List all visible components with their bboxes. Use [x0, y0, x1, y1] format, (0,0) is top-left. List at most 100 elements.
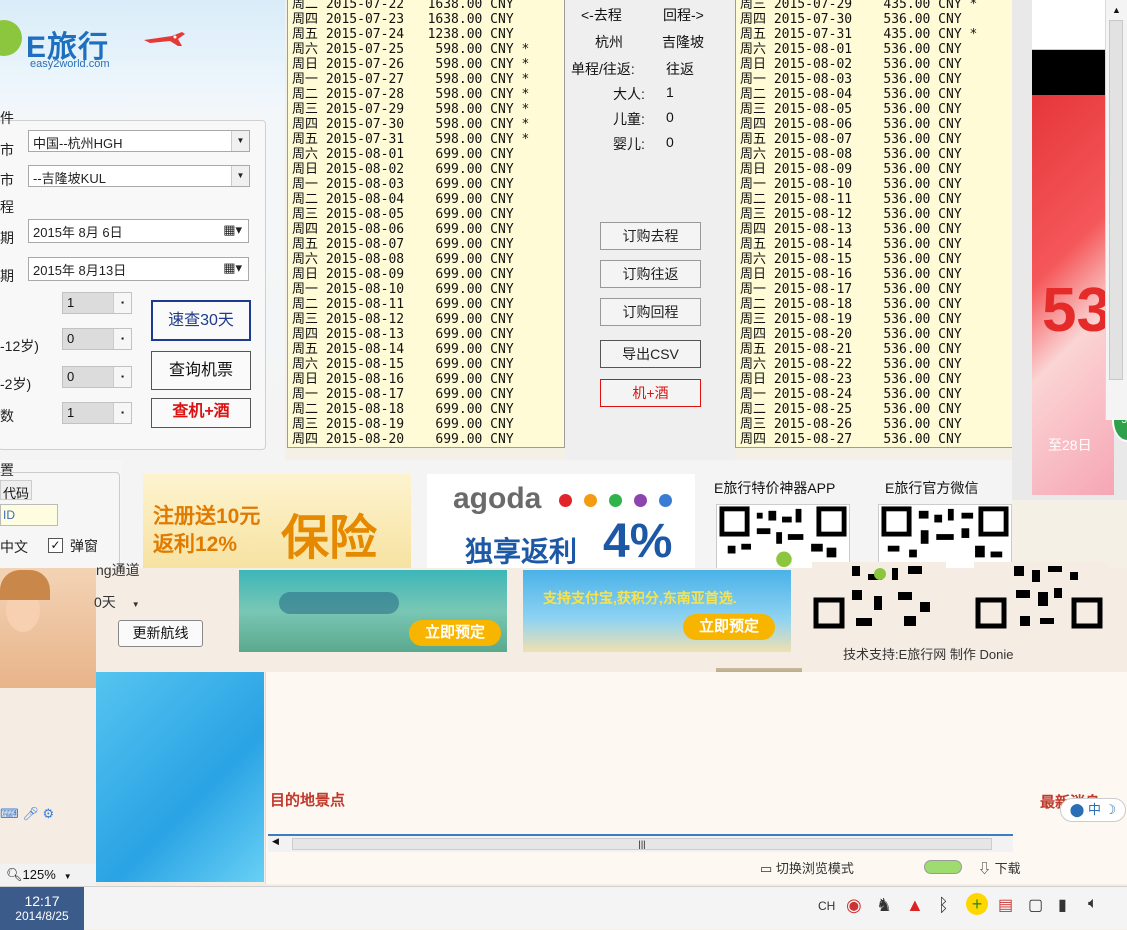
price-row[interactable]: 周五 2015-08-21 536.00 CNY [736, 342, 1012, 357]
child-count-select[interactable]: 0 ▪ [62, 328, 132, 350]
price-row[interactable]: 周六 2015-08-01 699.00 CNY [288, 147, 564, 162]
file-icon[interactable]: ▤ [998, 895, 1013, 915]
price-row[interactable]: 周六 2015-07-25 598.00 CNY * [288, 42, 564, 57]
red-promo-ad[interactable]: 53 至28日 [1032, 95, 1114, 495]
price-row[interactable]: 周一 2015-08-17 536.00 CNY [736, 282, 1012, 297]
popup-checkbox[interactable]: ✓ [48, 538, 63, 553]
price-row[interactable]: 周五 2015-08-14 699.00 CNY [288, 342, 564, 357]
price-row[interactable]: 周三 2015-08-05 536.00 CNY [736, 102, 1012, 117]
price-row[interactable]: 周六 2015-08-15 699.00 CNY [288, 357, 564, 372]
book-flight-hotel-button[interactable]: 机+酒 [600, 379, 701, 407]
keyboard-icon[interactable]: ⌨ [0, 806, 19, 821]
price-row[interactable]: 周五 2015-07-24 1238.00 CNY [288, 27, 564, 42]
zoom-indicator[interactable]: 🔍︎125% ▼ [0, 864, 96, 886]
price-row[interactable]: 周四 2015-08-27 536.00 CNY [736, 432, 1012, 447]
price-row[interactable]: 周二 2015-08-04 536.00 CNY [736, 87, 1012, 102]
price-row[interactable]: 周四 2015-07-23 1638.00 CNY [288, 12, 564, 27]
price-row[interactable]: 周三 2015-08-26 536.00 CNY [736, 417, 1012, 432]
scrollbar-thumb[interactable] [1109, 20, 1123, 380]
snorkel-book-button[interactable]: 立即预定 [409, 620, 501, 646]
price-row[interactable]: 周六 2015-08-22 536.00 CNY [736, 357, 1012, 372]
price-row[interactable]: 周三 2015-08-12 536.00 CNY [736, 207, 1012, 222]
plus-icon[interactable]: + [966, 893, 988, 915]
price-row[interactable]: 周六 2015-08-08 699.00 CNY [288, 252, 564, 267]
price-row[interactable]: 周三 2015-08-12 699.00 CNY [288, 312, 564, 327]
book-departure-button[interactable]: 订购去程 [600, 222, 701, 250]
price-row[interactable]: 周二 2015-08-18 699.00 CNY [288, 402, 564, 417]
update-routes-button[interactable]: 更新航线 [118, 620, 203, 647]
price-row[interactable]: 周二 2015-08-11 536.00 CNY [736, 192, 1012, 207]
price-row[interactable]: 周五 2015-08-07 536.00 CNY [736, 132, 1012, 147]
qq-icon[interactable]: ♞ [876, 895, 892, 916]
vertical-scrollbar[interactable]: ▲ ≡ [1105, 0, 1127, 420]
scroll-up-icon[interactable]: ▲ [1112, 5, 1121, 15]
device-icon[interactable]: ▢ [1028, 895, 1043, 915]
price-row[interactable]: 周四 2015-08-06 699.00 CNY [288, 222, 564, 237]
price-row[interactable]: 周一 2015-08-24 536.00 CNY [736, 387, 1012, 402]
price-row[interactable]: 周二 2015-08-18 536.00 CNY [736, 297, 1012, 312]
flight-hotel-button[interactable]: 查机+酒 [151, 398, 251, 428]
price-row[interactable]: 周四 2015-07-30 598.00 CNY * [288, 117, 564, 132]
price-row[interactable]: 周一 2015-08-03 699.00 CNY [288, 177, 564, 192]
price-row[interactable]: 周日 2015-08-23 536.00 CNY [736, 372, 1012, 387]
price-row[interactable]: 周一 2015-08-03 536.00 CNY [736, 72, 1012, 87]
bluetooth-icon[interactable]: ᛒ [938, 895, 949, 916]
price-row[interactable]: 周日 2015-07-26 598.00 CNY * [288, 57, 564, 72]
price-row[interactable]: 周二 2015-08-25 536.00 CNY [736, 402, 1012, 417]
price-row[interactable]: 周二 2015-08-11 699.00 CNY [288, 297, 564, 312]
agoda-banner[interactable]: agoda 独享返利 4% [427, 474, 695, 570]
price-row[interactable]: 周日 2015-08-02 536.00 CNY [736, 57, 1012, 72]
scroll-left-icon[interactable]: ◀ [272, 836, 279, 847]
price-row[interactable]: 周二 2015-07-28 598.00 CNY * [288, 87, 564, 102]
beach-book-button[interactable]: 立即预定 [683, 614, 775, 640]
price-row[interactable]: 周日 2015-08-16 699.00 CNY [288, 372, 564, 387]
search-30-days-button[interactable]: 速查30天 [151, 300, 251, 341]
price-row[interactable]: 周日 2015-08-09 536.00 CNY [736, 162, 1012, 177]
price-row[interactable]: 周五 2015-08-07 699.00 CNY [288, 237, 564, 252]
price-row[interactable]: 周五 2015-07-31 435.00 CNY * [736, 27, 1012, 42]
price-row[interactable]: 周日 2015-08-09 699.00 CNY [288, 267, 564, 282]
price-row[interactable]: 周一 2015-08-10 536.00 CNY [736, 177, 1012, 192]
input-toolbar[interactable]: ⌨ 🎤︎ ⚙ [0, 806, 96, 828]
volume-icon[interactable]: 🔈︎ [1088, 895, 1098, 913]
horizontal-scrollbar[interactable]: ◀ ||| [268, 834, 1013, 852]
price-row[interactable]: 周四 2015-08-20 536.00 CNY [736, 327, 1012, 342]
switch-mode-link[interactable]: ▭ 切换浏览模式 [760, 858, 854, 877]
arrival-city-select[interactable]: --吉隆坡KUL ▼ [28, 165, 250, 187]
price-row[interactable]: 周三 2015-08-19 699.00 CNY [288, 417, 564, 432]
warning-icon[interactable]: ▲ [906, 895, 924, 916]
chrome-icon[interactable]: ◉ [846, 895, 862, 916]
price-row[interactable]: 周三 2015-08-05 699.00 CNY [288, 207, 564, 222]
days-select[interactable]: 0天 ▼ [94, 592, 140, 612]
price-row[interactable]: 周一 2015-08-10 699.00 CNY [288, 282, 564, 297]
beach-banner[interactable]: 支持支付宝,获积分,东南亚首选. 立即预定 [523, 570, 791, 652]
book-roundtrip-button[interactable]: 订购往返 [600, 260, 701, 288]
price-row[interactable]: 周日 2015-08-16 536.00 CNY [736, 267, 1012, 282]
depart-price-list[interactable]: 周二 2015-07-22 1638.00 CNY 周四 2015-07-23 1… [287, 0, 565, 448]
export-csv-button[interactable]: 导出CSV [600, 340, 701, 368]
download-button[interactable]: ⇩ 下载 [978, 858, 1021, 877]
snorkel-banner[interactable]: 立即预定 [239, 570, 507, 652]
calendar-icon[interactable]: ▦▾ [223, 260, 242, 276]
price-row[interactable]: 周日 2015-08-02 699.00 CNY [288, 162, 564, 177]
price-row[interactable]: 周三 2015-07-29 435.00 CNY * [736, 0, 1012, 12]
search-flights-button[interactable]: 查询机票 [151, 351, 251, 390]
price-row[interactable]: 周四 2015-08-13 699.00 CNY [288, 327, 564, 342]
price-row[interactable]: 周一 2015-07-27 598.00 CNY * [288, 72, 564, 87]
price-row[interactable]: 周二 2015-07-22 1638.00 CNY [288, 0, 564, 12]
toggle-switch[interactable] [924, 860, 962, 874]
insurance-banner[interactable]: 注册送10元 返利12% 保险 [143, 474, 411, 570]
gear-icon[interactable]: ⚙ [43, 806, 55, 821]
price-row[interactable]: 周四 2015-07-30 536.00 CNY [736, 12, 1012, 27]
price-row[interactable]: 周六 2015-08-08 536.00 CNY [736, 147, 1012, 162]
book-return-button[interactable]: 订购回程 [600, 298, 701, 326]
code-input[interactable]: ID [0, 504, 58, 526]
go-date-picker[interactable]: 2015年 8月 6日 ▦▾ [28, 219, 249, 243]
price-row[interactable]: 周六 2015-08-01 536.00 CNY [736, 42, 1012, 57]
return-price-list[interactable]: 周三 2015-07-29 435.00 CNY * 周四 2015-07-30 … [735, 0, 1013, 448]
price-row[interactable]: 周四 2015-08-20 699.00 CNY [288, 432, 564, 447]
departure-city-select[interactable]: 中国--杭州HGH ▼ [28, 130, 250, 152]
signal-icon[interactable]: ▮ [1058, 895, 1067, 915]
price-row[interactable]: 周一 2015-08-17 699.00 CNY [288, 387, 564, 402]
rooms-count-select[interactable]: 1 ▪ [62, 402, 132, 424]
